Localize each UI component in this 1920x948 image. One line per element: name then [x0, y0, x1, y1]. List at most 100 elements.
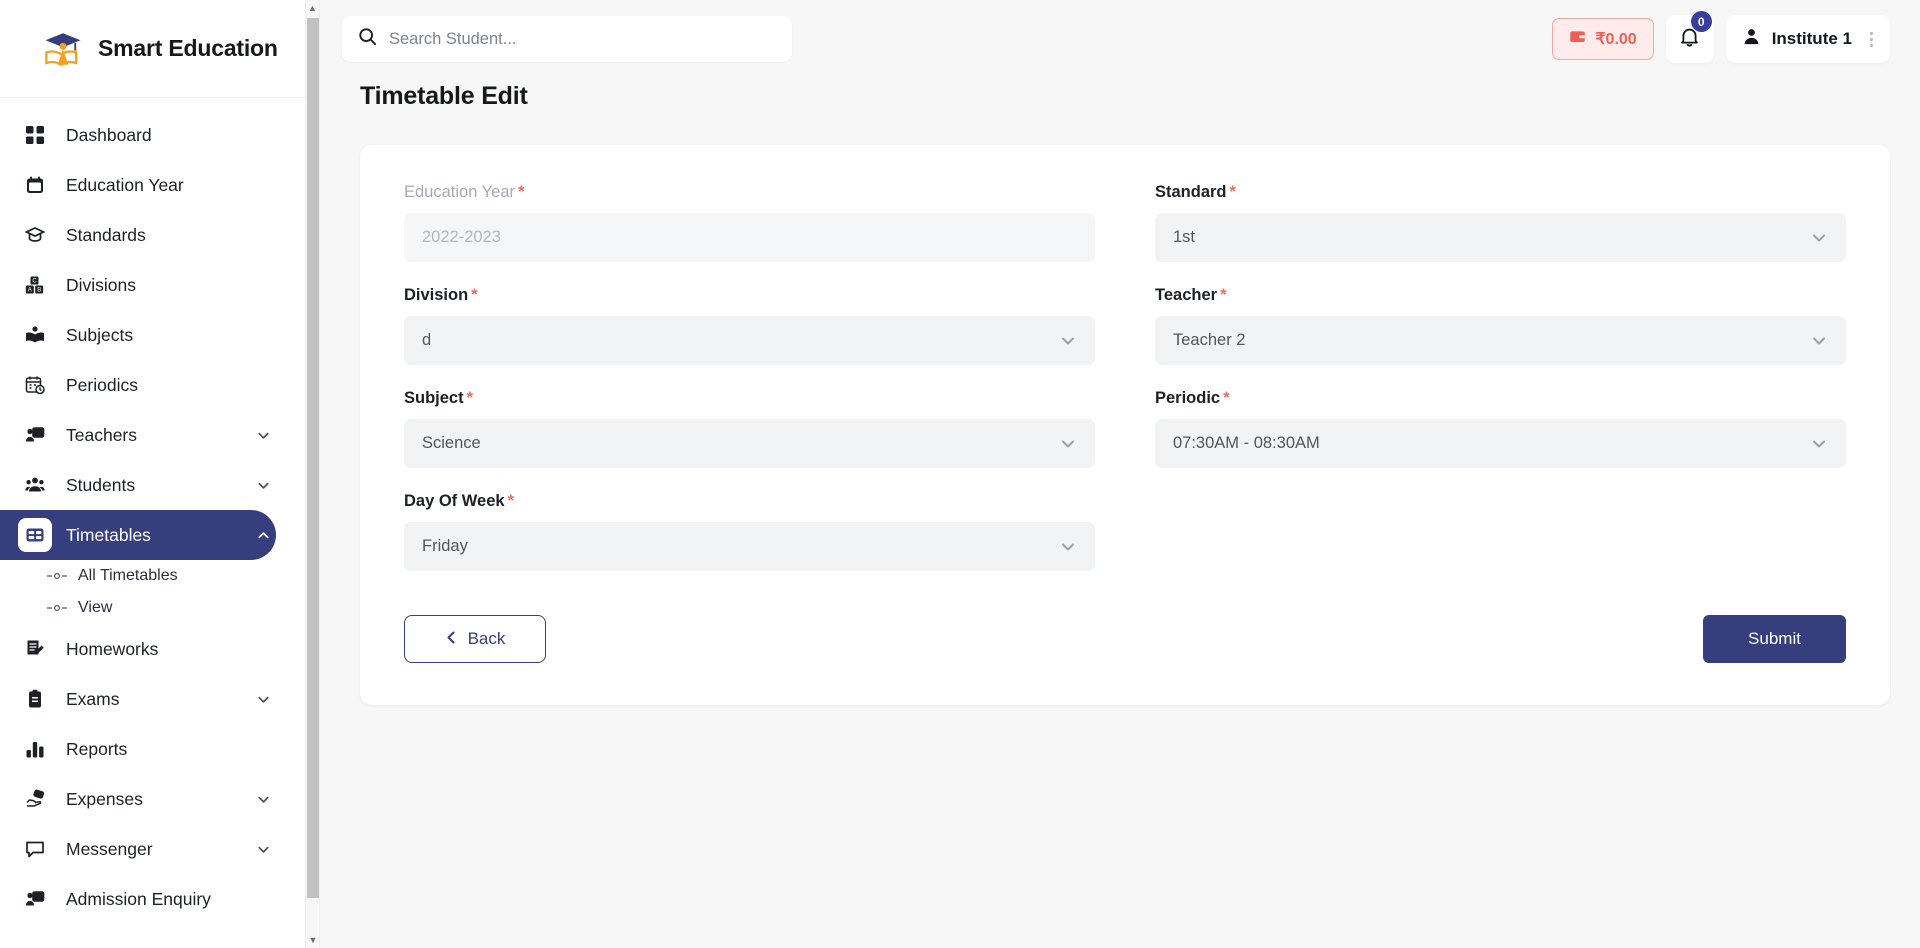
sidebar-subitem-view[interactable]: View — [0, 592, 310, 624]
sidebar-subitem-label: View — [78, 599, 113, 616]
scroll-up-arrow-icon[interactable]: ▲ — [306, 0, 319, 16]
sidebar-item-label: Standards — [66, 224, 146, 245]
user-menu[interactable]: Institute 1 — [1725, 15, 1890, 63]
field-education-year: Education Year * 2022-2023 — [404, 183, 1095, 262]
field-value: d — [422, 331, 432, 349]
sidebar-subitem-all-timetables[interactable]: All Timetables — [0, 560, 310, 592]
dash-dot-bullet-icon — [46, 603, 70, 613]
sidebar-item-education-year[interactable]: Education Year — [0, 160, 276, 210]
sidebar-item-label: Reports — [66, 738, 128, 759]
sidebar-item-admission-enquiry[interactable]: Admission Enquiry — [0, 874, 276, 924]
scrollbar-thumb[interactable] — [307, 18, 319, 898]
required-marker: * — [507, 492, 514, 510]
sidebar-item-label: Timetables — [66, 524, 151, 545]
sidebar-item-dashboard[interactable]: Dashboard — [0, 110, 276, 160]
education-year-input: 2022-2023 — [404, 213, 1095, 262]
field-value: Teacher 2 — [1173, 331, 1246, 349]
chevron-down-icon[interactable] — [250, 692, 276, 707]
field-division: Division * d — [404, 286, 1095, 365]
person-icon — [1742, 27, 1761, 51]
day-of-week-select[interactable]: Friday — [404, 522, 1095, 571]
grid-icon — [18, 118, 52, 152]
clipboard-icon — [18, 682, 52, 716]
field-label: Teacher * — [1155, 286, 1846, 305]
page-title: Timetable Edit — [360, 82, 528, 110]
required-marker: * — [518, 183, 525, 201]
field-value: 2022-2023 — [422, 228, 501, 246]
field-value: 07:30AM - 08:30AM — [1173, 434, 1320, 452]
brand-header[interactable]: Smart Education — [0, 0, 310, 98]
chevron-up-icon[interactable] — [250, 528, 276, 543]
field-standard: Standard * 1st — [1155, 183, 1846, 262]
sidebar-item-teachers[interactable]: Teachers — [0, 410, 276, 460]
timetable-edit-form-card: Education Year * 2022-2023 Standard * 1st — [360, 145, 1890, 705]
svg-text:A: A — [28, 288, 32, 294]
scroll-down-arrow-icon[interactable]: ▼ — [306, 932, 320, 948]
sidebar-item-messenger[interactable]: Messenger — [0, 824, 276, 874]
sidebar-item-divisions[interactable]: CAB Divisions — [0, 260, 276, 310]
teacher-select[interactable]: Teacher 2 — [1155, 316, 1846, 365]
sidebar-item-standards[interactable]: Standards — [0, 210, 276, 260]
sidebar-item-label: Periodics — [66, 374, 138, 395]
notifications-button[interactable]: 0 — [1665, 11, 1714, 63]
sidebar-item-expenses[interactable]: Expenses — [0, 774, 276, 824]
chevron-down-icon[interactable] — [250, 792, 276, 807]
sidebar-scrollbar[interactable]: ▲ ▼ — [305, 0, 319, 948]
subject-select[interactable]: Science — [404, 419, 1095, 468]
teacher-board-icon — [18, 418, 52, 452]
field-label: Periodic * — [1155, 389, 1846, 408]
hand-money-icon — [18, 782, 52, 816]
sidebar-item-subjects[interactable]: Subjects — [0, 310, 276, 360]
teacher-board-icon — [18, 882, 52, 916]
kebab-menu-icon[interactable] — [1863, 31, 1880, 47]
back-button-label: Back — [467, 629, 506, 648]
sidebar-subitem-label: All Timetables — [78, 567, 178, 584]
table-icon — [18, 518, 52, 552]
top-header-bar: ₹0.00 0 Institute 1 — [320, 0, 1920, 78]
wallet-amount: ₹0.00 — [1595, 31, 1637, 48]
search-box[interactable] — [342, 16, 792, 62]
field-value: 1st — [1173, 228, 1196, 246]
field-label-text: Division — [404, 286, 469, 304]
sidebar-item-students[interactable]: Students — [0, 460, 276, 510]
field-label: Day Of Week * — [404, 492, 1095, 511]
required-marker: * — [1223, 389, 1230, 407]
chevron-down-icon — [1810, 229, 1828, 247]
chat-bubble-icon — [18, 832, 52, 866]
chevron-down-icon[interactable] — [250, 428, 276, 443]
book-icon — [18, 318, 52, 352]
sidebar-item-exams[interactable]: Exams — [0, 674, 276, 724]
field-label-text: Periodic — [1155, 389, 1221, 407]
field-label-text: Teacher — [1155, 286, 1218, 304]
wallet-icon — [1569, 28, 1586, 50]
note-edit-icon — [18, 632, 52, 666]
brand-name: Smart Education — [98, 35, 278, 61]
chevron-down-icon[interactable] — [250, 478, 276, 493]
sidebar-item-label: Dashboard — [66, 124, 152, 145]
sidebar-item-label: Education Year — [66, 174, 184, 195]
sidebar-item-label: Students — [66, 474, 136, 495]
bar-chart-icon — [18, 732, 52, 766]
sidebar-item-label: Messenger — [66, 838, 153, 859]
wallet-balance-button[interactable]: ₹0.00 — [1552, 18, 1654, 60]
chevron-down-icon[interactable] — [250, 842, 276, 857]
periodic-select[interactable]: 07:30AM - 08:30AM — [1155, 419, 1846, 468]
sidebar-item-homeworks[interactable]: Homeworks — [0, 624, 276, 674]
field-value: Friday — [422, 537, 468, 555]
sidebar-item-label: Admission Enquiry — [66, 888, 211, 909]
submit-button[interactable]: Submit — [1703, 615, 1846, 663]
back-button[interactable]: Back — [404, 615, 546, 663]
sidebar-item-reports[interactable]: Reports — [0, 724, 276, 774]
search-input[interactable] — [377, 29, 776, 49]
division-select[interactable]: d — [404, 316, 1095, 365]
sidebar-item-label: Teachers — [66, 424, 138, 445]
main-content: ₹0.00 0 Institute 1 Timetable Edit — [320, 0, 1920, 948]
sidebar: Smart Education Dashboard Education Year… — [0, 0, 320, 948]
user-name: Institute 1 — [1771, 29, 1852, 48]
sidebar-item-timetables[interactable]: Timetables — [0, 510, 276, 560]
chevron-down-icon — [1059, 332, 1077, 350]
standard-select[interactable]: 1st — [1155, 213, 1846, 262]
chevron-down-icon — [1810, 332, 1828, 350]
sidebar-item-periodics[interactable]: Periodics — [0, 360, 276, 410]
graduation-cap-icon — [18, 218, 52, 252]
